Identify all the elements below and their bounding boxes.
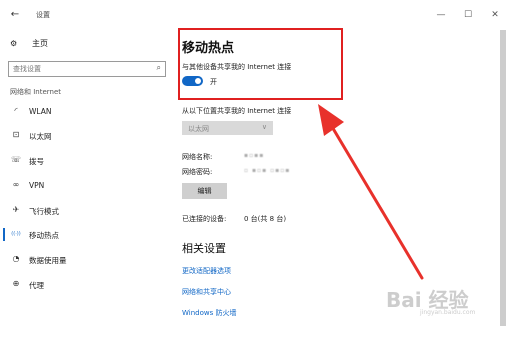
link-adapter-options[interactable]: 更改适配器选项 (182, 266, 231, 276)
page-title: 移动热点 (182, 41, 235, 56)
minimize-button[interactable]: — (434, 9, 448, 21)
share-connection-label: 与其他设备共享我的 Internet 连接 (182, 63, 292, 71)
connected-devices-label: 已连接的设备: (182, 215, 227, 223)
connection-source-select[interactable]: 以太网 ∨ (182, 121, 273, 135)
sidebar-item-label: WLAN (29, 107, 52, 116)
sidebar-item-label: VPN (29, 181, 45, 190)
sidebar-item-data-usage[interactable]: ◔ 数据使用量 (0, 250, 172, 270)
hotspot-toggle[interactable] (182, 76, 203, 86)
search-icon[interactable]: ⌕ (157, 63, 161, 73)
watermark-url: jingyan.baidu.com (420, 309, 476, 316)
vpn-icon: ∞ (12, 180, 20, 189)
arrow-head (318, 104, 344, 136)
sidebar-item-label: 移动热点 (29, 231, 59, 240)
window-title: 设置 (36, 11, 50, 19)
network-password-value: ▫ ▪▫▪ ▫▪▫▪ (244, 167, 291, 174)
sidebar-item-wlan[interactable]: ◜ WLAN (0, 102, 172, 122)
gear-icon: ⚙ (10, 39, 18, 48)
dialup-icon: ☏ (10, 155, 21, 164)
edit-button[interactable]: 编辑 (182, 183, 227, 199)
sidebar-item-label: 飞行模式 (29, 207, 59, 216)
ethernet-icon: ⊡ (12, 130, 20, 139)
related-settings-title: 相关设置 (182, 242, 226, 255)
sidebar-item-label: 数据使用量 (29, 256, 67, 265)
sidebar-item-vpn[interactable]: ∞ VPN (0, 176, 172, 196)
proxy-icon: ⊕ (12, 279, 20, 288)
network-name-value: ▪▫▪▪ (244, 152, 265, 159)
data-usage-icon: ◔ (12, 254, 20, 263)
network-password-label: 网络密码: (182, 168, 213, 176)
sidebar-item-dialup[interactable]: ☏ 拨号 (0, 151, 172, 171)
link-windows-firewall[interactable]: Windows 防火墙 (182, 308, 236, 318)
maximize-button[interactable]: ☐ (461, 9, 475, 21)
share-from-label: 从以下位置共享我的 Internet 连接 (182, 107, 292, 115)
wifi-icon: ◜ (14, 106, 18, 115)
link-network-sharing-center[interactable]: 网络和共享中心 (182, 287, 231, 297)
network-name-label: 网络名称: (182, 153, 213, 161)
title-bar: ← 设置 — ☐ ✕ (0, 0, 515, 30)
chevron-down-icon: ∨ (261, 123, 267, 131)
sidebar-item-label: 以太网 (29, 132, 52, 141)
search-input[interactable] (9, 62, 143, 76)
annotation-arrow (318, 104, 424, 280)
scrollbar-thumb[interactable] (500, 30, 506, 326)
home-link[interactable]: ⚙ 主页 (10, 38, 48, 49)
sidebar-item-ethernet[interactable]: ⊡ 以太网 (0, 126, 172, 146)
sidebar-item-label: 代理 (29, 281, 44, 290)
home-label: 主页 (32, 39, 48, 48)
airplane-icon: ✈ (12, 205, 20, 214)
scrollbar[interactable] (500, 30, 506, 326)
sidebar: ⚙ 主页 ⌕ 网络和 Internet ◜ WLAN ⊡ 以太网 ☏ 拨号 ∞ V… (0, 30, 172, 357)
sidebar-item-proxy[interactable]: ⊕ 代理 (0, 275, 172, 295)
active-indicator (3, 228, 5, 241)
select-value: 以太网 (188, 125, 209, 133)
arrow-shaft (326, 118, 424, 280)
hotspot-icon: ((·)) (11, 231, 21, 237)
toggle-state-label: 开 (210, 78, 217, 86)
close-button[interactable]: ✕ (488, 9, 502, 21)
sidebar-section-title: 网络和 Internet (10, 88, 62, 96)
search-box[interactable]: ⌕ (8, 61, 166, 77)
settings-window: ← 设置 — ☐ ✕ ⚙ 主页 ⌕ 网络和 Internet ◜ WLAN ⊡ 以… (0, 0, 515, 357)
sidebar-item-airplane-mode[interactable]: ✈ 飞行模式 (0, 201, 172, 221)
connected-devices-value: 0 台(共 8 台) (244, 215, 287, 223)
toggle-knob (195, 78, 201, 84)
sidebar-item-mobile-hotspot[interactable]: ((·)) 移动热点 (0, 225, 172, 245)
sidebar-item-label: 拨号 (29, 157, 44, 166)
back-button[interactable]: ← (8, 8, 22, 22)
